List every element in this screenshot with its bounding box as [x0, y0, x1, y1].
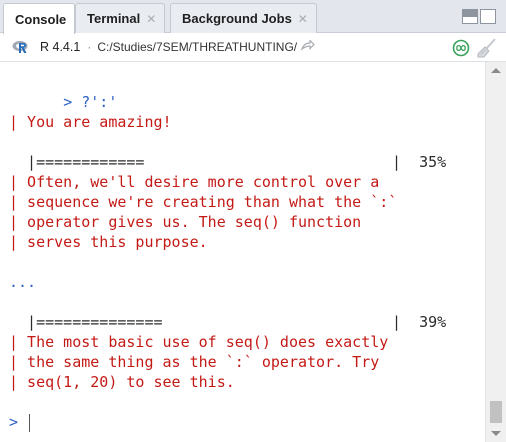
header-actions — [452, 37, 498, 62]
scroll-down-icon[interactable] — [491, 431, 501, 436]
tab-terminal[interactable]: Terminal ✕ — [75, 3, 166, 33]
console-output[interactable]: > ?':' | You are amazing! |============ … — [0, 62, 485, 442]
r-version: R 4.4.1 — [40, 40, 81, 54]
close-icon[interactable]: ✕ — [298, 12, 308, 26]
separator: · — [87, 40, 92, 54]
infinity-circle-icon[interactable] — [452, 39, 470, 60]
progress-percent: | 35% — [392, 153, 447, 171]
input-command: ?':' — [72, 93, 118, 111]
prompt-symbol: > — [63, 93, 73, 111]
output-line: | You are amazing! — [9, 113, 172, 131]
output-line: | sequence we're creating than what the … — [9, 193, 398, 211]
progress-bar-text: |============== — [9, 313, 163, 331]
output-line: | the same thing as the `:` operator. Tr… — [9, 353, 380, 371]
output-line: | serves this purpose. — [9, 233, 208, 251]
close-icon[interactable]: ✕ — [146, 12, 156, 26]
tab-console[interactable]: Console — [3, 3, 76, 34]
text-cursor — [29, 414, 30, 432]
maximize-icon[interactable] — [480, 9, 496, 24]
output-line: | Often, we'll desire more control over … — [9, 173, 380, 191]
tab-terminal-label: Terminal — [87, 11, 141, 26]
scroll-thumb[interactable] — [490, 401, 502, 423]
broom-icon[interactable] — [476, 37, 498, 62]
output-line: | seq(1, 20) to see this. — [9, 373, 235, 391]
console-pane: Console Terminal ✕ Background Jobs ✕ R 4… — [0, 0, 506, 442]
working-directory: C:/Studies/7SEM/THREATHUNTING/ — [97, 40, 298, 54]
continuation-input: ... — [9, 273, 37, 291]
scroll-up-icon[interactable] — [491, 68, 501, 73]
vertical-scrollbar[interactable] — [485, 62, 506, 442]
input-prompt: > — [9, 413, 19, 431]
tab-background-jobs[interactable]: Background Jobs ✕ — [170, 3, 317, 33]
tab-bar: Console Terminal ✕ Background Jobs ✕ — [0, 0, 506, 34]
pane-controls — [462, 9, 496, 24]
output-line: | operator gives us. The seq() function — [9, 213, 362, 231]
tab-console-label: Console — [15, 11, 67, 27]
r-logo-icon — [12, 40, 30, 54]
arrow-right-icon[interactable] — [300, 38, 315, 55]
console-header: R 4.4.1 · C:/Studies/7SEM/THREATHUNTING/ — [0, 33, 506, 62]
minimize-icon[interactable] — [462, 9, 478, 24]
progress-percent: | 39% — [392, 313, 447, 331]
progress-bar-text: |============ — [9, 153, 145, 171]
tab-background-jobs-label: Background Jobs — [182, 11, 292, 26]
output-line: | The most basic use of seq() does exact… — [9, 333, 389, 351]
